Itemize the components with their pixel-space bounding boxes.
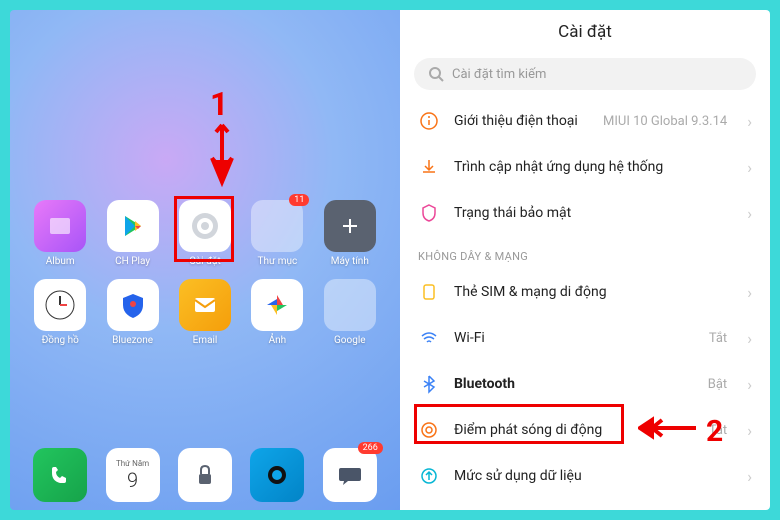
home-screen: 1 Album CH Play Cài đặt 11 Thư mục (10, 10, 400, 510)
update-icon (418, 156, 440, 178)
badge: 266 (358, 442, 383, 454)
wifi-icon (418, 327, 440, 349)
annotation-step-2: 2 (706, 414, 723, 449)
dock: Thứ Năm9 266 (30, 448, 380, 502)
dock-lock[interactable] (175, 448, 235, 502)
data-icon (418, 465, 440, 487)
chevron-right-icon: › (747, 421, 752, 440)
section-header-wireless: KHÔNG DÂY & MẠNG (400, 236, 770, 269)
badge: 11 (289, 194, 309, 206)
app-google-folder[interactable]: Google (320, 279, 380, 346)
album-icon (34, 200, 86, 252)
row-data-usage[interactable]: Mức sử dụng dữ liệu › (400, 453, 770, 499)
dock-camera[interactable] (247, 448, 307, 502)
clock-icon (34, 279, 86, 331)
email-icon (179, 279, 231, 331)
annotation-highlight-settings (174, 196, 234, 262)
row-bluetooth[interactable]: Bluetooth Bật › (400, 361, 770, 407)
lock-icon (178, 448, 232, 502)
folder-icon: 11 (251, 200, 303, 252)
photos-icon (251, 279, 303, 331)
chevron-right-icon: › (747, 112, 752, 131)
chevron-right-icon: › (747, 329, 752, 348)
search-placeholder: Cài đặt tìm kiếm (452, 67, 546, 82)
app-photos[interactable]: Ảnh (247, 279, 307, 346)
play-store-icon (107, 200, 159, 252)
app-bluezone[interactable]: Bluezone (102, 279, 162, 346)
chevron-right-icon: › (747, 467, 752, 486)
phone-icon (33, 448, 87, 502)
arrow-down-icon (208, 120, 236, 190)
calculator-icon (324, 200, 376, 252)
annotation-step-1: 1 (210, 85, 228, 123)
dock-calendar[interactable]: Thứ Năm9 (102, 448, 162, 502)
annotation-highlight-bluetooth (414, 404, 624, 444)
app-email[interactable]: Email (175, 279, 235, 346)
settings-screen: Cài đặt Cài đặt tìm kiếm Giới thiệu điện… (400, 10, 770, 510)
security-icon (418, 202, 440, 224)
sim-icon (418, 281, 440, 303)
row-security-status[interactable]: Trạng thái bảo mật › (400, 190, 770, 236)
row-about-phone[interactable]: Giới thiệu điện thoại MIUI 10 Global 9.3… (400, 98, 770, 144)
chevron-right-icon: › (747, 375, 752, 394)
chat-icon: 266 (323, 448, 377, 502)
dock-phone[interactable] (30, 448, 90, 502)
shield-icon (107, 279, 159, 331)
page-title: Cài đặt (400, 10, 770, 50)
row-system-update[interactable]: Trình cập nhật ứng dụng hệ thống › (400, 144, 770, 190)
calendar-icon: Thứ Năm9 (106, 448, 160, 502)
app-calculator[interactable]: Máy tính (320, 200, 380, 267)
google-folder-icon (324, 279, 376, 331)
app-folder[interactable]: 11 Thư mục (247, 200, 307, 267)
chevron-right-icon: › (747, 283, 752, 302)
bluetooth-icon (418, 373, 440, 395)
chevron-right-icon: › (747, 158, 752, 177)
arrow-left-icon (638, 416, 698, 440)
app-ch-play[interactable]: CH Play (102, 200, 162, 267)
row-sim[interactable]: Thẻ SIM & mạng di động › (400, 269, 770, 315)
dock-chat[interactable]: 266 (320, 448, 380, 502)
search-input[interactable]: Cài đặt tìm kiếm (414, 58, 756, 90)
app-clock[interactable]: Đồng hồ (30, 279, 90, 346)
chevron-right-icon: › (747, 204, 752, 223)
camera-icon (250, 448, 304, 502)
app-album[interactable]: Album (30, 200, 90, 267)
row-wifi[interactable]: Wi-Fi Tắt › (400, 315, 770, 361)
info-icon (418, 110, 440, 132)
search-icon (428, 66, 444, 82)
